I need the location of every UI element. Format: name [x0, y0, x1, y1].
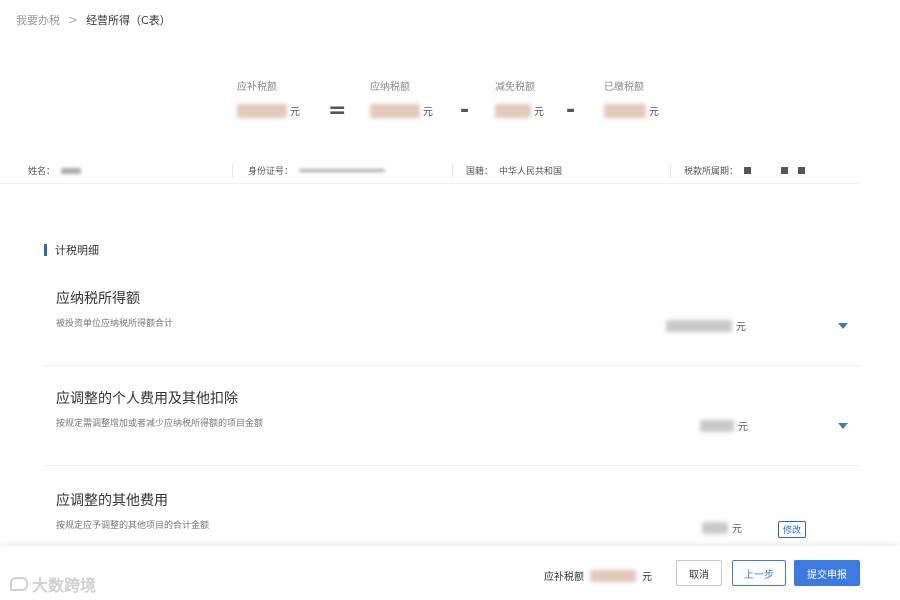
unit: 元: [534, 107, 544, 118]
unit: 元: [736, 322, 746, 333]
breadcrumb-link-tax[interactable]: 我要办税: [16, 12, 60, 28]
footer-amount-label: 应补税额: [544, 572, 584, 583]
blurred-id: [299, 169, 386, 172]
submit-button[interactable]: 提交申报: [794, 560, 860, 586]
item-title: 应纳税所得额: [56, 291, 140, 307]
info-id: 身份证号：: [248, 164, 386, 177]
taxpayer-info: 姓名： 身份证号： 国籍： 中华人民共和国 税款所属期：: [0, 160, 860, 184]
info-name: 姓名：: [28, 164, 82, 177]
tax-formula: 应补税额 元 = 应纳税额 元 - 减免税额 元 - 已缴税额 元: [0, 78, 900, 138]
formula-label: 应补税额: [237, 82, 277, 93]
footer-amount: 应补税额 元: [544, 568, 652, 583]
minus-operator: -: [460, 98, 470, 123]
divider: [452, 164, 453, 178]
formula-value: 元: [604, 103, 659, 118]
redacted-mark: [781, 167, 789, 174]
section-bar: [44, 244, 47, 256]
unit: 元: [290, 107, 300, 118]
unit: 元: [642, 572, 652, 583]
nationality-value: 中华人民共和国: [499, 167, 563, 177]
blurred-amount: [370, 104, 420, 118]
formula-payable: 应补税额 元: [237, 78, 300, 118]
minus-operator: -: [566, 98, 576, 123]
item-desc: 按规定需调整增加或者减少应纳税所得额的项目金额: [56, 419, 264, 429]
formula-label: 应纳税额: [370, 82, 410, 93]
footer-action-bar: 应补税额 元 取消 上一步 提交申报: [0, 546, 900, 600]
unit: 元: [649, 107, 659, 118]
name-label: 姓名：: [28, 167, 56, 177]
info-nationality: 国籍： 中华人民共和国: [466, 164, 562, 177]
redacted-mark: [798, 167, 806, 174]
caret-down-icon[interactable]: [838, 423, 848, 429]
item-value: 元: [700, 418, 748, 433]
section-title: 计税明细: [55, 244, 99, 257]
blurred-amount: [604, 104, 646, 118]
detail-item-other-expenses: 应调整的其他费用 按规定应予调整的其他项目的合计金额 元 修改: [44, 466, 860, 546]
formula-label: 减免税额: [495, 82, 535, 93]
blurred-amount: [237, 104, 287, 118]
item-value: 元: [702, 520, 742, 535]
section-header: 计税明细: [44, 242, 99, 258]
unit: 元: [423, 107, 433, 118]
watermark: 大数跨境: [10, 572, 96, 596]
blurred-amount: [666, 319, 732, 332]
formula-exempt: 减免税额 元: [495, 78, 544, 118]
period-label: 税款所属期：: [684, 167, 739, 177]
watermark-text: 大数跨境: [32, 576, 97, 595]
edit-button[interactable]: 修改: [778, 521, 807, 538]
blurred-amount: [495, 104, 531, 118]
blurred-amount: [590, 569, 636, 582]
watermark-logo-icon: [10, 577, 28, 591]
cancel-button[interactable]: 取消: [676, 560, 722, 586]
breadcrumb-current: 经营所得（C表）: [86, 14, 171, 27]
blurred-amount: [702, 521, 728, 534]
item-desc: 按规定应予调整的其他项目的合计金额: [56, 521, 210, 531]
formula-label: 已缴税额: [604, 82, 644, 93]
item-title: 应调整的其他费用: [56, 493, 168, 509]
formula-paid: 已缴税额 元: [604, 78, 659, 118]
item-desc: 被投资单位应纳税所得额合计: [56, 319, 174, 329]
detail-item-personal-deduction: 应调整的个人费用及其他扣除 按规定需调整增加或者减少应纳税所得额的项目金额 元: [44, 366, 860, 466]
nationality-label: 国籍：: [466, 167, 494, 177]
item-value: 元: [666, 318, 746, 333]
caret-down-icon[interactable]: [838, 323, 848, 329]
formula-value: 元: [495, 103, 544, 118]
breadcrumb: 我要办税 > 经营所得（C表）: [16, 12, 171, 28]
unit: 元: [738, 422, 748, 433]
blurred-name: [61, 167, 82, 174]
chevron-right-icon: >: [68, 13, 79, 27]
unit: 元: [732, 524, 742, 535]
detail-item-taxable-income: 应纳税所得额 被投资单位应纳税所得额合计 元: [44, 270, 860, 366]
formula-due: 应纳税额 元: [370, 78, 433, 118]
prev-step-button[interactable]: 上一步: [732, 560, 786, 586]
info-period: 税款所属期：: [684, 164, 809, 177]
redacted-mark: [744, 167, 752, 174]
equals-operator: =: [328, 98, 347, 123]
formula-value: 元: [370, 103, 433, 118]
item-title: 应调整的个人费用及其他扣除: [56, 391, 238, 407]
blurred-amount: [700, 419, 734, 432]
formula-value: 元: [237, 103, 300, 118]
id-label: 身份证号：: [248, 167, 294, 177]
divider: [670, 164, 671, 178]
divider: [232, 164, 233, 178]
